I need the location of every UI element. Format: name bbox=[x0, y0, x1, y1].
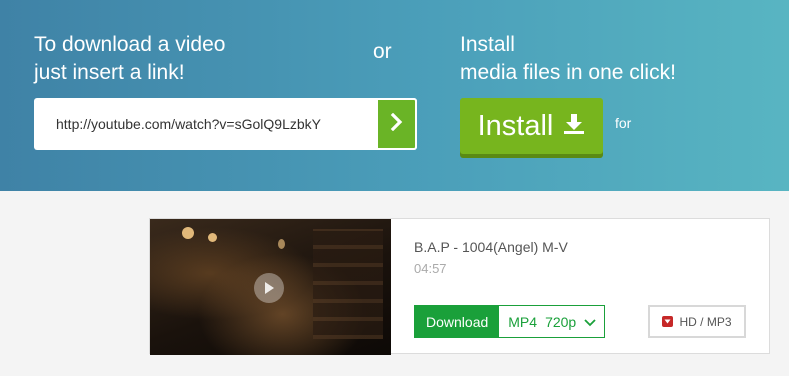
play-icon[interactable] bbox=[254, 273, 284, 303]
hero-left-text: To download a video just insert a link! bbox=[34, 31, 225, 87]
download-group: Download MP4 720p bbox=[414, 305, 606, 338]
video-thumbnail[interactable] bbox=[150, 219, 391, 355]
video-duration: 04:57 bbox=[414, 261, 447, 276]
hd-mp3-label: HD / MP3 bbox=[679, 314, 732, 329]
hd-mp3-button[interactable]: HD / MP3 bbox=[648, 305, 746, 338]
hero-right-line1: Install bbox=[460, 33, 515, 56]
install-label: Install bbox=[477, 109, 554, 142]
thumbnail-lamp bbox=[208, 233, 217, 242]
thumbnail-lamp bbox=[182, 227, 194, 239]
go-button[interactable] bbox=[378, 98, 417, 150]
chevron-down-icon bbox=[584, 314, 596, 330]
hero-banner: To download a video just insert a link! … bbox=[0, 0, 789, 191]
thumbnail-bookshelf bbox=[313, 229, 383, 339]
format-label: MP4 bbox=[508, 313, 538, 330]
hero-left-line1: To download a video bbox=[34, 33, 226, 56]
video-title: B.A.P - 1004(Angel) M-V bbox=[414, 239, 568, 255]
install-button[interactable]: Install bbox=[460, 98, 603, 154]
or-label: or bbox=[373, 40, 392, 63]
download-arrow-icon bbox=[662, 316, 674, 327]
hero-right-text: Install media files in one click! bbox=[460, 31, 676, 87]
hero-left-line2: just insert a link! bbox=[34, 61, 185, 84]
download-icon bbox=[563, 110, 585, 143]
hero-right-line2: media files in one click! bbox=[460, 61, 676, 84]
url-form bbox=[34, 98, 417, 150]
for-label: for bbox=[615, 115, 632, 131]
video-result-card: B.A.P - 1004(Angel) M-V 04:57 Download M… bbox=[149, 218, 770, 355]
chevron-right-icon bbox=[390, 112, 404, 136]
thumbnail-lamp bbox=[278, 239, 285, 249]
format-select[interactable]: MP4 720p bbox=[499, 306, 605, 337]
download-button[interactable]: Download bbox=[415, 306, 500, 337]
url-input[interactable] bbox=[34, 98, 378, 150]
quality-label: 720p bbox=[545, 313, 577, 330]
